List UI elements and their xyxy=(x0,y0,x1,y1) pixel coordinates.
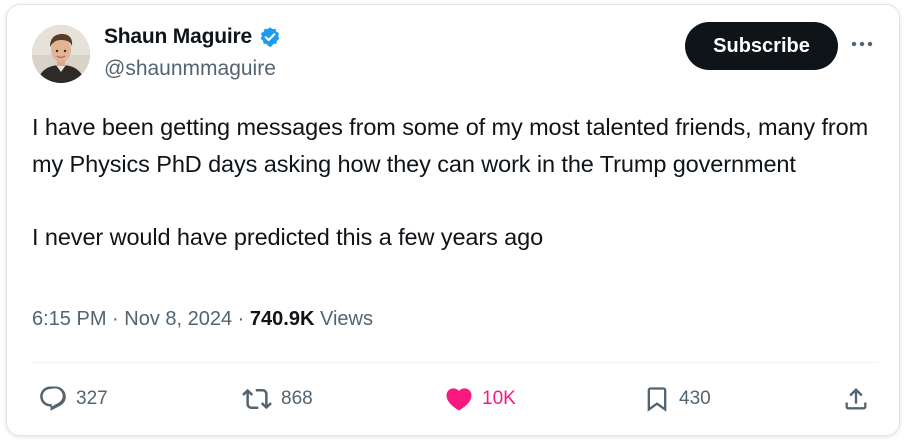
views-label: Views xyxy=(314,308,373,330)
heart-icon xyxy=(446,388,472,411)
divider xyxy=(32,362,878,363)
meta-separator: · xyxy=(106,308,125,330)
subscribe-button[interactable]: Subscribe xyxy=(685,22,838,70)
reply-count: 327 xyxy=(76,388,108,409)
tweet-paragraph-2: I never would have predicted this a few … xyxy=(32,223,544,250)
repost-icon xyxy=(242,388,272,410)
reply-icon xyxy=(40,386,66,411)
tweet-text: I have been getting messages from some o… xyxy=(32,109,882,255)
more-icon[interactable] xyxy=(850,36,874,47)
like-count: 10K xyxy=(482,388,516,409)
repost-count: 868 xyxy=(281,388,313,409)
tweet-meta: 6:15 PM · Nov 8, 2024 · 740.9K Views xyxy=(32,308,373,331)
bookmark-count: 430 xyxy=(679,388,711,409)
repost-button[interactable]: 868 xyxy=(241,382,313,416)
tweet-card: Shaun Maguire @shaunmmaguire Subscribe I… xyxy=(6,4,900,436)
share-button[interactable] xyxy=(842,382,870,416)
verified-badge-icon xyxy=(259,26,281,48)
display-name[interactable]: Shaun Maguire xyxy=(104,25,252,49)
views-count: 740.9K xyxy=(249,308,315,330)
tweet-time[interactable]: 6:15 PM xyxy=(32,308,106,331)
share-icon xyxy=(845,388,867,410)
meta-separator: · xyxy=(232,308,250,330)
tweet-date[interactable]: Nov 8, 2024 xyxy=(124,308,232,331)
like-button[interactable]: 10K xyxy=(444,382,516,416)
bookmark-button[interactable]: 430 xyxy=(643,382,711,416)
author-name-row: Shaun Maguire xyxy=(104,25,281,49)
tweet-paragraph-1: I have been getting messages from some o… xyxy=(32,114,869,177)
author-handle[interactable]: @shaunmmaguire xyxy=(104,57,276,81)
bookmark-icon xyxy=(647,387,667,412)
avatar[interactable] xyxy=(32,25,90,83)
reply-button[interactable]: 327 xyxy=(38,382,108,416)
